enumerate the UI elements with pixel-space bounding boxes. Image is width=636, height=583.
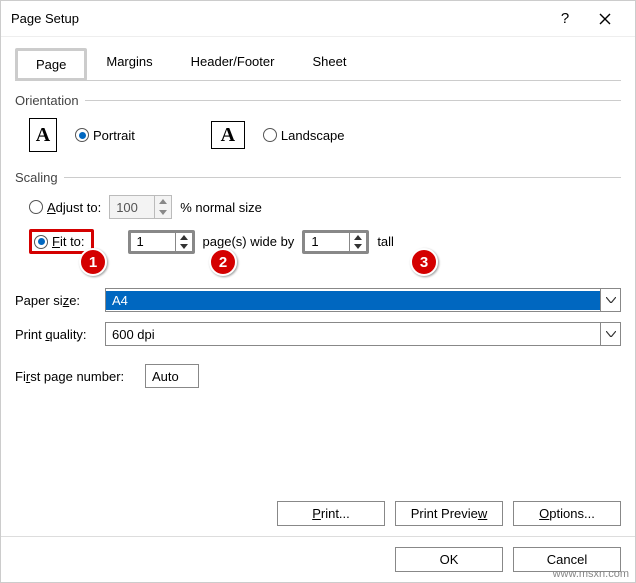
spin-down-icon[interactable]	[176, 242, 192, 251]
chevron-down-icon[interactable]	[600, 289, 620, 311]
radio-icon	[34, 235, 48, 249]
adjust-to-spinner	[109, 195, 172, 219]
titlebar: Page Setup ?	[1, 1, 635, 37]
print-quality-value: 600 dpi	[106, 325, 600, 344]
tall-label: tall	[377, 234, 394, 249]
print-quality-row: Print quality: 600 dpi	[15, 322, 621, 346]
ok-button[interactable]: OK	[395, 547, 503, 572]
adjust-value	[110, 196, 154, 218]
fit-to-label: Fit to:	[52, 234, 85, 249]
paper-size-combo[interactable]: A4	[105, 288, 621, 312]
portrait-label: Portrait	[93, 128, 135, 143]
watermark: www.msxn.com	[553, 568, 629, 580]
radio-icon	[263, 128, 277, 142]
spinner-buttons[interactable]	[349, 233, 366, 251]
adjust-to-label: Adjust to:	[47, 200, 101, 215]
scaling-legend: Scaling	[15, 170, 64, 185]
landscape-radio[interactable]: Landscape	[263, 128, 345, 143]
tab-page[interactable]: Page	[15, 48, 87, 81]
print-quality-combo[interactable]: 600 dpi	[105, 322, 621, 346]
portrait-icon: A	[29, 118, 57, 152]
annotation-badge-2: 2	[209, 248, 237, 276]
paper-size-row: Paper size: A4	[15, 288, 621, 312]
radio-icon	[75, 128, 89, 142]
spinner-buttons	[154, 196, 171, 218]
tab-sheet[interactable]: Sheet	[293, 47, 365, 80]
paper-size-label: Paper size:	[15, 293, 105, 308]
chevron-down-icon[interactable]	[600, 323, 620, 345]
help-button[interactable]: ?	[545, 1, 585, 37]
paper-size-value: A4	[106, 291, 600, 310]
radio-icon	[29, 200, 43, 214]
spin-down-icon[interactable]	[350, 242, 366, 251]
spin-down-icon	[155, 207, 171, 218]
print-preview-button[interactable]: Print Preview	[395, 501, 503, 526]
bottom-area: Print... Print Preview Options... OK Can…	[1, 491, 635, 582]
first-page-row: First page number: Auto	[15, 364, 621, 388]
close-button[interactable]	[585, 1, 625, 37]
pages-wide-by-label: page(s) wide by	[203, 234, 295, 249]
adjust-to-radio[interactable]: Adjust to:	[29, 200, 101, 215]
spin-up-icon[interactable]	[176, 233, 192, 242]
first-page-label: First page number:	[15, 369, 145, 384]
fit-tall-value[interactable]	[305, 233, 349, 251]
tab-margins[interactable]: Margins	[87, 47, 171, 80]
tab-header-footer[interactable]: Header/Footer	[172, 47, 294, 80]
spinner-buttons[interactable]	[175, 233, 192, 251]
first-page-input[interactable]: Auto	[145, 364, 199, 388]
annotation-badge-3: 3	[410, 248, 438, 276]
first-page-value: Auto	[152, 369, 179, 384]
orientation-group: Orientation A Portrait A Landscape	[15, 93, 621, 152]
fit-wide-value[interactable]	[131, 233, 175, 251]
print-button[interactable]: Print...	[277, 501, 385, 526]
options-button[interactable]: Options...	[513, 501, 621, 526]
scaling-group: Scaling Adjust to: % normal size	[15, 170, 621, 264]
landscape-label: Landscape	[281, 128, 345, 143]
normal-size-label: % normal size	[180, 200, 262, 215]
spin-up-icon	[155, 196, 171, 207]
portrait-radio[interactable]: Portrait	[75, 128, 135, 143]
action-row: Print... Print Preview Options...	[1, 491, 635, 537]
landscape-icon: A	[211, 121, 245, 149]
orientation-legend: Orientation	[15, 93, 85, 108]
fit-tall-spinner[interactable]	[302, 230, 369, 254]
dialog-title: Page Setup	[11, 11, 545, 26]
okcancel-row: OK Cancel	[1, 537, 635, 582]
annotation-badge-1: 1	[79, 248, 107, 276]
page-setup-dialog: Page Setup ? Page Margins Header/Footer …	[0, 0, 636, 583]
print-quality-label: Print quality:	[15, 327, 105, 342]
spin-up-icon[interactable]	[350, 233, 366, 242]
tabs: Page Margins Header/Footer Sheet	[15, 47, 621, 81]
fit-wide-spinner[interactable]	[128, 230, 195, 254]
